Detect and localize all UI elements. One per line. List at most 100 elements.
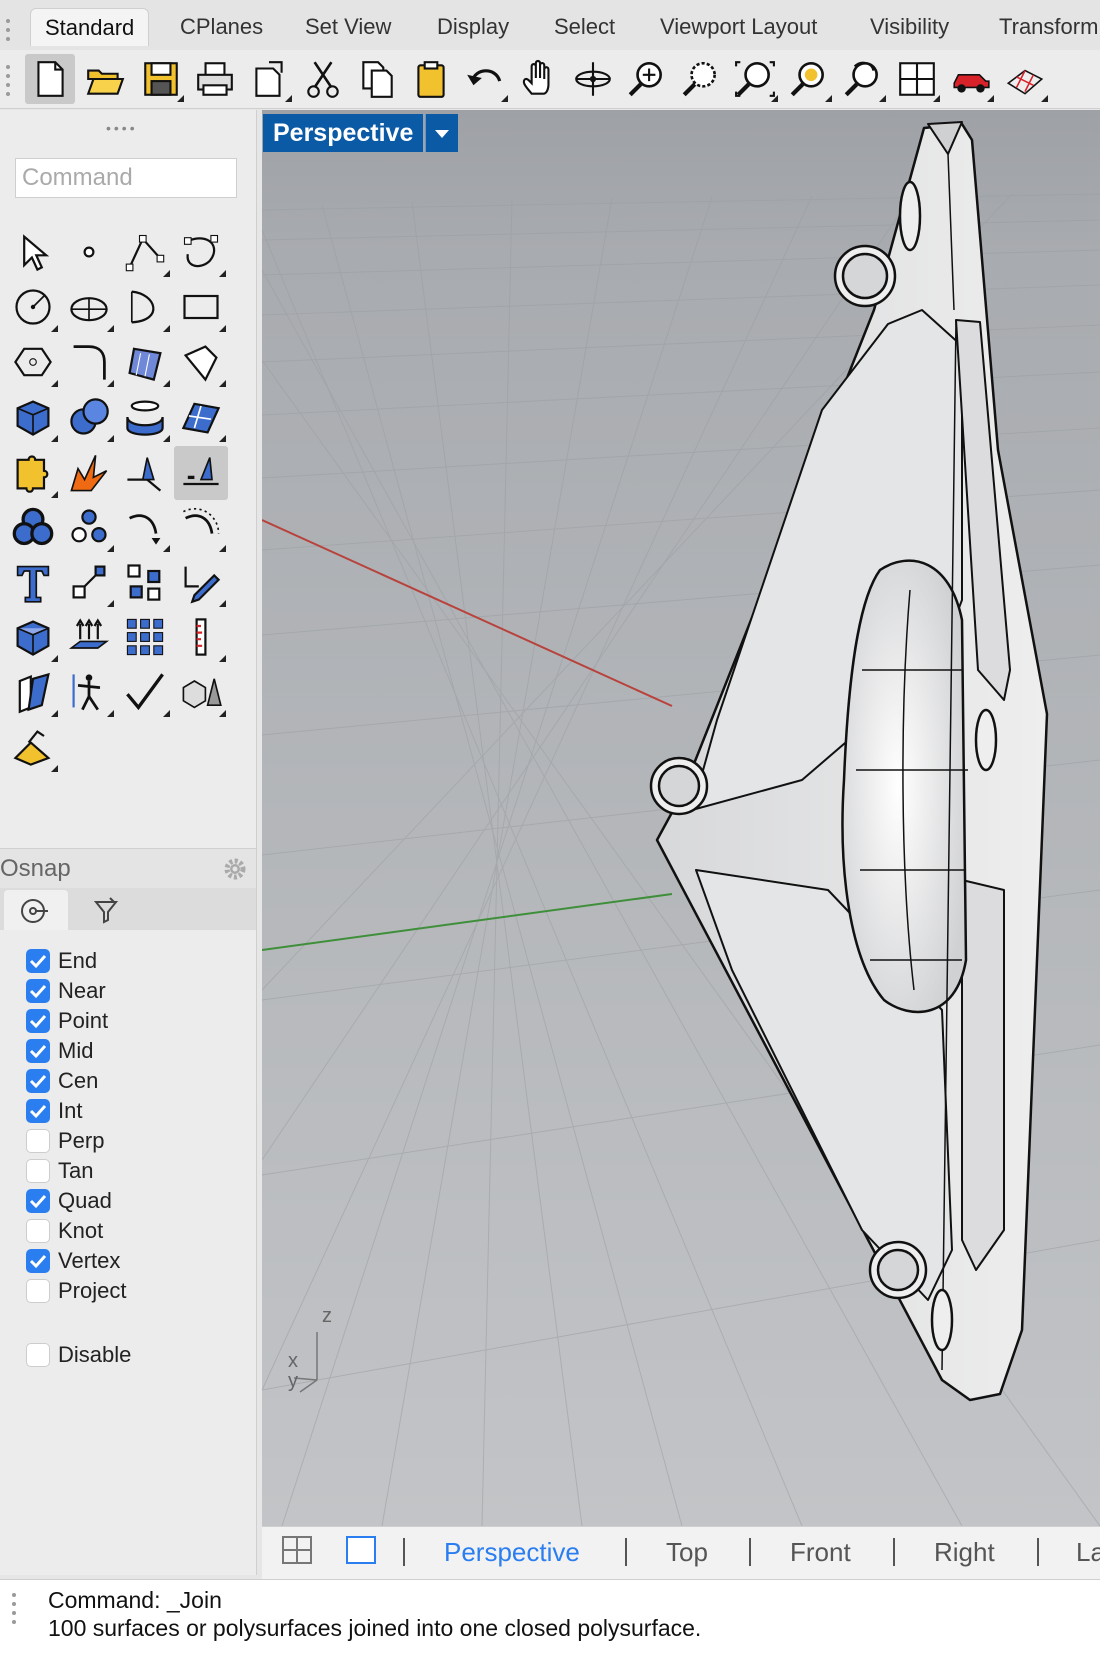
osnap-filter-icon[interactable]: [90, 894, 122, 926]
tab-standard[interactable]: Standard: [30, 8, 150, 46]
tab-display[interactable]: Display: [423, 8, 523, 46]
zoom-selected-icon[interactable]: [784, 54, 834, 104]
open-folder-icon[interactable]: [80, 54, 130, 104]
point-icon[interactable]: [62, 225, 116, 279]
surface-edit-icon[interactable]: [6, 665, 60, 719]
drafting-plane-icon[interactable]: [6, 720, 60, 774]
viewport-tab-front[interactable]: Front: [790, 1534, 851, 1570]
join-puzzle-icon[interactable]: [6, 446, 60, 500]
rectangle-icon[interactable]: [174, 280, 228, 334]
osnap-label-point: Point: [58, 1008, 109, 1033]
undo-view-icon[interactable]: [838, 54, 888, 104]
sphere-icon[interactable]: [62, 390, 116, 444]
osnap-title: Osnap: [0, 855, 71, 882]
tab-select[interactable]: Select: [540, 8, 629, 46]
render-car-icon[interactable]: [946, 54, 996, 104]
tab-cplanes[interactable]: CPlanes: [166, 8, 277, 46]
tab-transform[interactable]: Transform: [985, 8, 1100, 46]
new-document-icon[interactable]: [25, 54, 75, 104]
solid-box-icon[interactable]: [6, 610, 60, 664]
copy-icon[interactable]: [352, 54, 402, 104]
figure-transform-icon[interactable]: [62, 665, 116, 719]
osnap-checkbox-point[interactable]: [26, 1009, 50, 1033]
toolbar-grip-icon[interactable]: [6, 60, 14, 101]
four-viewports-icon[interactable]: [892, 54, 942, 104]
polygon-icon[interactable]: [6, 335, 60, 389]
box-icon[interactable]: [6, 390, 60, 444]
viewport-tab-perspective[interactable]: Perspective: [444, 1534, 580, 1570]
command-history-line-2: 100 surfaces or polysurfaces joined into…: [48, 1615, 702, 1641]
osnap-checkbox-knot[interactable]: [26, 1219, 50, 1243]
rotate-view-icon[interactable]: [568, 54, 618, 104]
osnap-checkbox-project[interactable]: [26, 1279, 50, 1303]
osnap-checkbox-tan[interactable]: [26, 1159, 50, 1183]
four-view-layout-icon[interactable]: [282, 1536, 312, 1564]
arc-icon[interactable]: [118, 280, 172, 334]
paste-icon[interactable]: [406, 54, 456, 104]
viewport-tab-layout[interactable]: La: [1076, 1534, 1100, 1570]
array-icon[interactable]: [118, 555, 172, 609]
gear-icon[interactable]: [222, 856, 248, 882]
cut-icon[interactable]: [298, 54, 348, 104]
command-history-line-1: Command: _Join: [48, 1587, 222, 1613]
grid-array-icon[interactable]: [118, 610, 172, 664]
select-arrow-icon[interactable]: [6, 225, 60, 279]
command-input[interactable]: Command: [15, 158, 237, 198]
tab-set-view[interactable]: Set View: [291, 8, 405, 46]
cylinder-icon[interactable]: [118, 390, 172, 444]
viewport-menu-button[interactable]: [425, 114, 458, 152]
single-view-layout-icon[interactable]: [346, 1536, 376, 1564]
export-icon[interactable]: [244, 54, 294, 104]
osnap-disable-checkbox[interactable]: [26, 1343, 50, 1367]
viewport-tab-right[interactable]: Right: [934, 1534, 995, 1570]
osnap-checkbox-quad[interactable]: [26, 1189, 50, 1213]
plane-grid-icon[interactable]: [1000, 54, 1050, 104]
osnap-checkbox-cen[interactable]: [26, 1069, 50, 1093]
check-icon[interactable]: [118, 665, 172, 719]
save-icon[interactable]: [136, 54, 186, 104]
pan-hand-icon[interactable]: [514, 54, 564, 104]
text-icon[interactable]: [6, 555, 60, 609]
viewport-title-button[interactable]: Perspective: [263, 114, 424, 152]
offset-curve-icon[interactable]: [118, 500, 172, 554]
ellipse-icon[interactable]: [62, 280, 116, 334]
fillet-arc-icon[interactable]: [174, 500, 228, 554]
polyline-icon[interactable]: [118, 225, 172, 279]
osnap-checkbox-vertex[interactable]: [26, 1249, 50, 1273]
ruler-icon[interactable]: [174, 610, 228, 664]
zoom-extents-icon[interactable]: [730, 54, 780, 104]
surface-corner-icon[interactable]: [118, 335, 172, 389]
osnap-disable-label: Disable: [58, 1342, 132, 1367]
surface-icon[interactable]: [174, 390, 228, 444]
viewport-tab-top[interactable]: Top: [666, 1534, 708, 1570]
tab-viewport-layout[interactable]: Viewport Layout: [646, 8, 831, 46]
tabbar-grip-icon[interactable]: [6, 14, 14, 46]
osnap-checkbox-mid[interactable]: [26, 1039, 50, 1063]
scale-icon[interactable]: [62, 555, 116, 609]
curve-icon[interactable]: [174, 225, 228, 279]
extrude-arrows-icon[interactable]: [62, 610, 116, 664]
osnap-checkbox-near[interactable]: [26, 979, 50, 1003]
osnap-checkbox-perp[interactable]: [26, 1129, 50, 1153]
shaded-solids-icon[interactable]: [174, 665, 228, 719]
panel-grip-icon[interactable]: ••••: [106, 120, 138, 136]
undo-icon[interactable]: [460, 54, 510, 104]
osnap-checkbox-int[interactable]: [26, 1099, 50, 1123]
trim-icon[interactable]: [118, 446, 172, 500]
perspective-viewport[interactable]: [262, 110, 1100, 1526]
zoom-dynamic-icon[interactable]: [622, 54, 672, 104]
circle-icon[interactable]: [6, 280, 60, 334]
split-icon[interactable]: [174, 446, 228, 500]
explode-icon[interactable]: [62, 446, 116, 500]
surface-edge-icon[interactable]: [174, 335, 228, 389]
tab-visibility[interactable]: Visibility: [856, 8, 963, 46]
boolean-union-icon[interactable]: [6, 500, 60, 554]
print-icon[interactable]: [190, 54, 240, 104]
command-grip-icon[interactable]: [12, 1588, 20, 1629]
zoom-window-icon[interactable]: [676, 54, 726, 104]
osnap-checkbox-end[interactable]: [26, 949, 50, 973]
fillet-curve-icon[interactable]: [62, 335, 116, 389]
boolean-split-icon[interactable]: [62, 500, 116, 554]
osnap-label-mid: Mid: [58, 1038, 94, 1063]
move-pencil-icon[interactable]: [174, 555, 228, 609]
